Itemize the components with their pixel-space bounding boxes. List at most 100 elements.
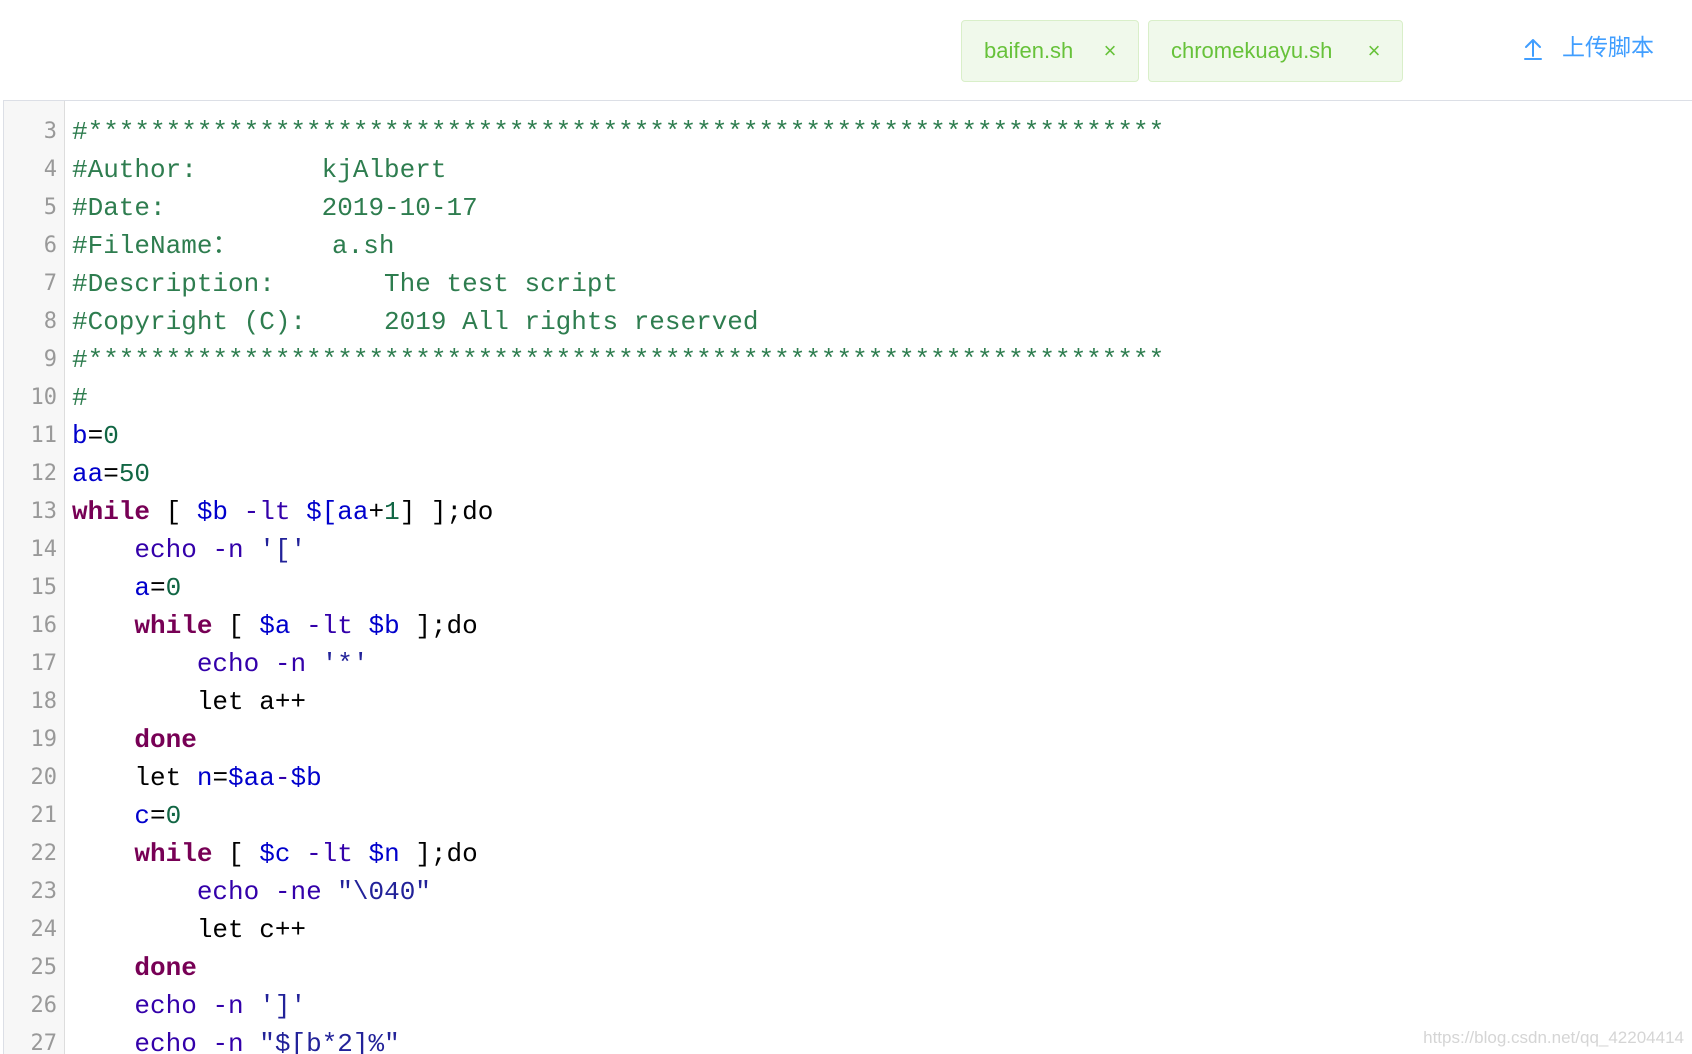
code-line[interactable]: 26 echo -n ']' [4,987,1692,1025]
code-line[interactable]: 23 echo -ne "\040" [4,873,1692,911]
code-line[interactable]: 22 while [ $c -lt $n ];do [4,835,1692,873]
code-token-builtin: -ne [274,877,322,907]
code-line[interactable]: 20 let n=$aa-$b [4,759,1692,797]
code-text: echo -n ']' [72,987,306,1025]
code-token-keyword: while [72,497,151,527]
line-number: 5 [43,195,57,220]
code-lines: 3 #**************************************… [4,113,1692,1054]
line-number: 16 [30,613,58,638]
line-number: 26 [30,993,58,1018]
code-line[interactable]: 12 aa=50 [4,455,1692,493]
code-token-keyword: done [134,725,197,755]
code-token-plain: = [103,459,119,489]
top-toolbar: baifen.sh × chromekuayu.sh × 上传脚本 [0,0,1692,100]
code-token-builtin: -n [274,649,307,679]
code-token-variable: $a [259,611,291,641]
code-line[interactable]: 3 #**************************************… [4,113,1692,151]
code-line[interactable]: 24 let c++ [4,911,1692,949]
code-token-builtin: -n [212,991,244,1021]
tab-baifen[interactable]: baifen.sh × [961,20,1139,82]
code-line[interactable]: 18 let a++ [4,683,1692,721]
line-number: 8 [43,309,57,334]
code-text: c=0 [72,797,181,835]
code-token-builtin: -lt [306,839,353,869]
line-number: 6 [43,233,57,258]
code-token-comment: #Date: 2019-10-17 [72,193,478,223]
code-token-variable: $[aa [306,497,369,527]
code-token-builtin: echo [196,649,260,679]
code-token-plain: let c++ [72,915,307,945]
code-line[interactable]: 9 #**************************************… [4,341,1692,379]
code-token-number: 0 [165,801,182,831]
upload-script-button[interactable]: 上传脚本 [1522,28,1654,68]
code-line[interactable]: 25 done [4,949,1692,987]
code-text: while [ $a -lt $b ];do [72,607,477,645]
line-number: 19 [30,727,58,752]
code-token-builtin: -lt [243,497,291,527]
code-token-variable: $b [290,763,322,793]
code-line[interactable]: 14 echo -n '[' [4,531,1692,569]
code-text: aa=50 [72,455,150,493]
code-line[interactable]: 8 #Copyright (C): 2019 All rights reserve… [4,303,1692,341]
tab-chromekuayu[interactable]: chromekuayu.sh × [1148,20,1403,82]
code-token-builtin: echo [134,1029,197,1054]
close-icon[interactable]: × [1098,21,1122,81]
code-line[interactable]: 5 #Date: 2019-10-17 [4,189,1692,227]
code-token-plain: let a++ [72,687,307,717]
code-token-keyword: while [134,611,213,641]
line-number: 17 [30,651,58,676]
code-token-variable: $aa [228,763,275,793]
code-text: a=0 [72,569,181,607]
code-line[interactable]: 16 while [ $a -lt $b ];do [4,607,1692,645]
code-line[interactable]: 17 echo -n '*' [4,645,1692,683]
code-token-string: "\040" [337,877,431,907]
code-editor[interactable]: 3 #**************************************… [3,100,1692,1054]
close-icon[interactable]: × [1362,21,1386,81]
code-line[interactable]: 4 #Author: kjAlbert [4,151,1692,189]
code-token-variable: aa [72,459,104,489]
code-token-plain: [ [212,611,260,641]
code-line[interactable]: 7 #Description: The test script [4,265,1692,303]
code-token-plain: + [368,497,385,527]
line-number: 24 [30,917,58,942]
code-text: #Copyright (C): 2019 All rights reserved [72,303,759,341]
code-line[interactable]: 13 while [ $b -lt $[aa+1] ];do [4,493,1692,531]
code-text: #Date: 2019-10-17 [72,189,478,227]
code-line[interactable]: 10 # [4,379,1692,417]
code-text: #Description: The test script [72,265,618,303]
code-line[interactable]: 21 c=0 [4,797,1692,835]
upload-icon [1522,34,1544,60]
code-text: echo -n '[' [72,531,306,569]
code-token-keyword: done [134,953,197,983]
code-text: echo -n '*' [72,645,369,683]
line-number: 12 [30,461,58,486]
code-token-comment: #Description: The test script [72,269,619,299]
code-token-plain: = [150,573,166,603]
line-number: 10 [30,385,58,410]
code-line[interactable]: 19 done [4,721,1692,759]
line-number: 27 [30,1031,58,1054]
line-number: 21 [30,803,58,828]
code-line[interactable]: 6 #FileName： a.sh [4,227,1692,265]
code-line[interactable]: 15 a=0 [4,569,1692,607]
code-token-builtin: - [274,763,291,793]
code-token-builtin: echo [134,991,197,1021]
line-number: 13 [30,499,58,524]
code-token-builtin: -n [212,1029,244,1054]
code-token-number: 1 [384,497,400,527]
code-token-plain: let [72,763,197,793]
code-token-plain: [ [150,497,197,527]
code-line[interactable]: 11 b=0 [4,417,1692,455]
